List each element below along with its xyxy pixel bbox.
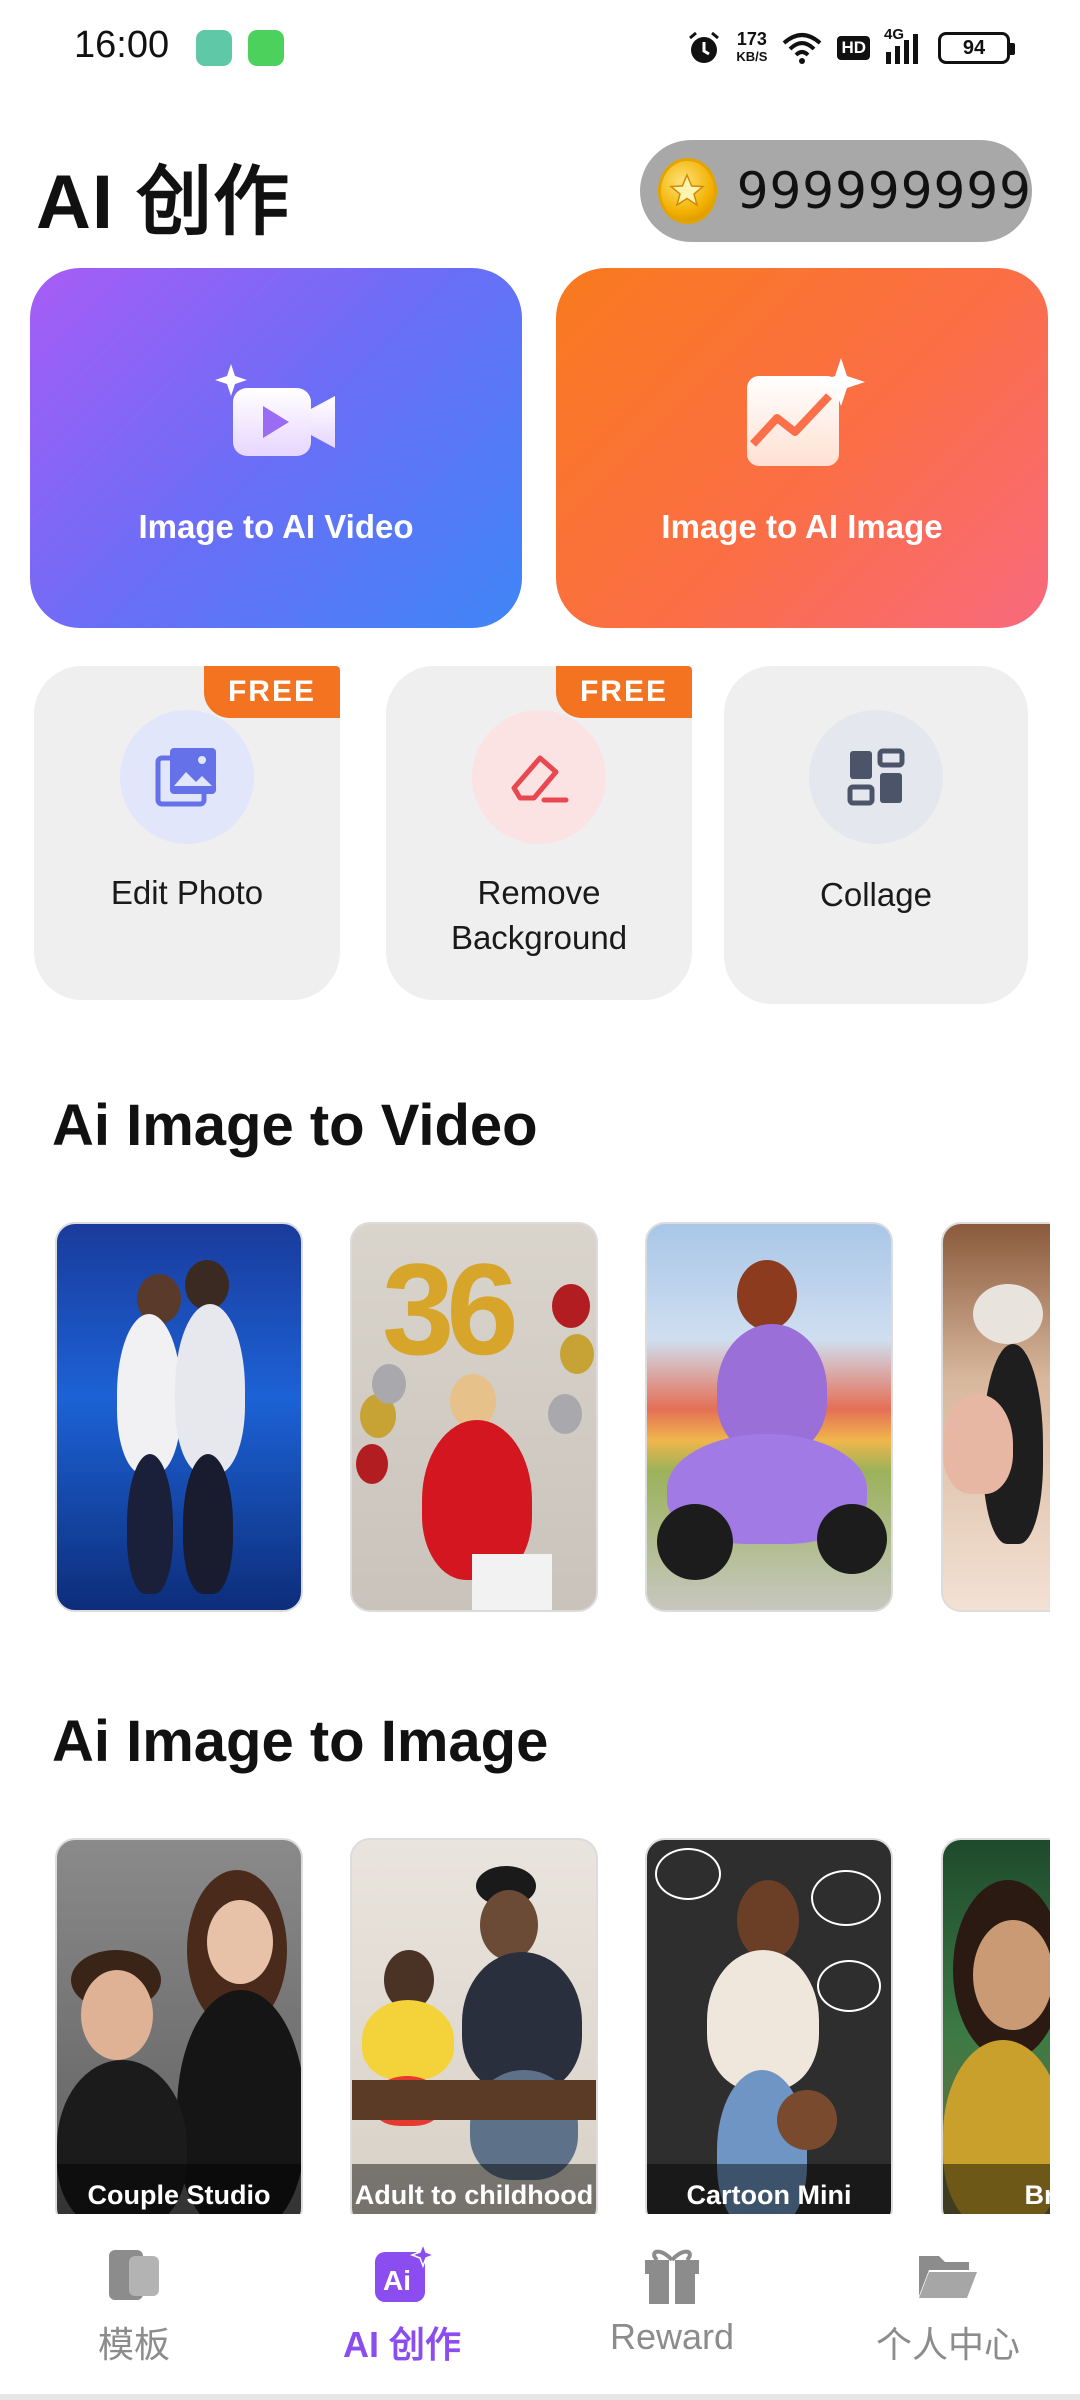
section-title-image: Ai Image to Image — [52, 1709, 549, 1774]
battery-indicator: 94 — [938, 32, 1015, 64]
page-title: AI 创作 — [36, 160, 291, 245]
hero-image-label: Image to AI Image — [661, 508, 943, 545]
status-bar: 16:00 173 KB/S HD 4G 94 — [0, 0, 1080, 96]
grid-layout-icon — [809, 710, 943, 844]
alarm-icon — [689, 31, 720, 63]
image-to-ai-video-card[interactable]: Image to AI Video — [30, 268, 522, 628]
image-template-card[interactable]: Adult to childhood — [350, 1838, 598, 2228]
free-badge: FREE — [556, 666, 692, 718]
image-to-ai-image-card[interactable]: Image to AI Image — [556, 268, 1048, 628]
app-notification-icon — [196, 30, 232, 66]
gift-icon — [645, 2249, 699, 2304]
edit-photo-label: Edit Photo — [110, 874, 264, 911]
video-template-card[interactable] — [645, 1222, 893, 1612]
hero-video-label: Image to AI Video — [138, 508, 414, 545]
nav-label: AI 创作 — [342, 2324, 461, 2365]
collage-tool[interactable]: Collage — [724, 666, 1028, 1004]
edit-photo-tool[interactable]: FREE Edit Photo — [34, 666, 340, 1000]
image-template-card[interactable]: Brazili — [941, 1838, 1050, 2228]
system-gesture-bar — [0, 2394, 1080, 2400]
nav-label: Reward — [609, 2316, 735, 2357]
section-title-video: Ai Image to Video — [52, 1093, 538, 1158]
remove-background-label: Remove Background — [450, 874, 628, 956]
image-template-card[interactable]: Cartoon Mini — [645, 1838, 893, 2228]
wifi-icon — [783, 33, 822, 64]
ai-create-icon: Ai — [375, 2242, 435, 2302]
status-indicators: 173 KB/S HD 4G 94 — [686, 24, 1015, 72]
hd-indicator: HD — [837, 36, 870, 60]
video-camera-sparkle-icon — [215, 364, 335, 456]
cellular-signal-icon: 4G — [884, 26, 924, 66]
bottom-navigation: 模板 Ai AI 创作 Reward 个人中心 — [0, 2214, 1080, 2400]
folder-icon — [919, 2256, 977, 2298]
nav-item-profile[interactable]: 个人中心 — [848, 2242, 1048, 2368]
nav-item-reward[interactable]: Reward — [572, 2242, 772, 2358]
video-template-row[interactable]: 36 — [55, 1222, 1050, 1614]
nav-label: 个人中心 — [875, 2324, 1020, 2365]
video-template-card[interactable] — [55, 1222, 303, 1612]
image-template-row[interactable]: Couple Studio Adult to childhood Cartoon… — [55, 1838, 1050, 2230]
image-template-card[interactable]: Couple Studio — [55, 1838, 303, 2228]
network-speed: 173 KB/S — [736, 29, 768, 64]
remove-background-tool[interactable]: FREE Remove Background — [386, 666, 692, 1000]
photo-gallery-icon — [120, 710, 254, 844]
video-template-card[interactable]: 36 — [350, 1222, 598, 1612]
coin-balance[interactable]: 999999999 — [640, 140, 1032, 242]
status-time: 16:00 — [74, 24, 170, 66]
nav-label: 模板 — [97, 2324, 170, 2365]
video-template-card[interactable] — [941, 1222, 1050, 1612]
collage-label: Collage — [820, 876, 932, 913]
svg-text:Ai: Ai — [383, 2265, 411, 2296]
image-sparkle-icon — [747, 358, 865, 466]
nav-item-templates[interactable]: 模板 — [34, 2242, 234, 2368]
message-notification-icon — [248, 30, 284, 66]
coin-icon — [658, 158, 717, 224]
nav-item-ai-create[interactable]: Ai AI 创作 — [302, 2242, 502, 2368]
coin-count: 999999999 — [736, 162, 1032, 220]
free-badge: FREE — [204, 666, 340, 718]
template-icon — [109, 2250, 159, 2300]
eraser-icon — [472, 710, 606, 844]
